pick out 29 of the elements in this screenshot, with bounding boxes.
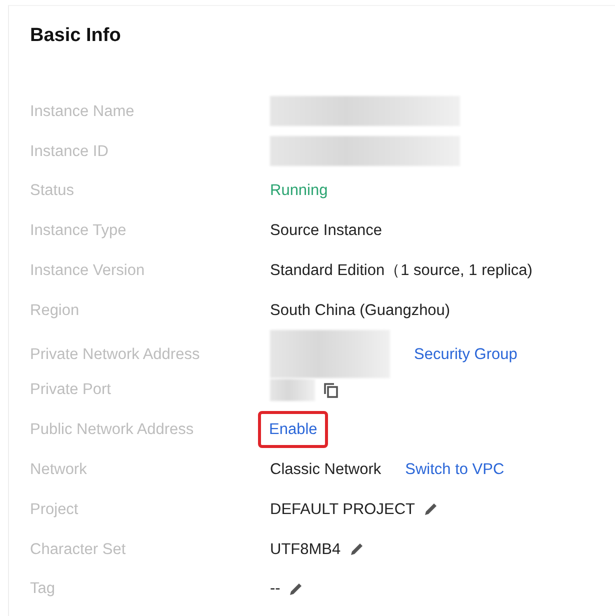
field-label: Private Port [30, 380, 112, 400]
field-value: DEFAULT PROJECT [270, 500, 415, 520]
edit-icon[interactable] [422, 501, 439, 518]
field-label: Project [30, 500, 80, 520]
status-text: Running [270, 181, 328, 202]
field-value: Classic Network [270, 460, 382, 480]
field-label: Network [30, 460, 88, 480]
field-value: UTF8MB4 [270, 540, 341, 560]
edit-icon[interactable] [348, 541, 365, 558]
field-value: South China (Guangzhou) [270, 300, 450, 321]
field-label: Tag [30, 579, 56, 600]
link[interactable]: Enable [258, 411, 328, 448]
card-title: Basic Info [30, 24, 122, 48]
field-label: Instance Name [30, 102, 136, 122]
copy-icon[interactable] [323, 382, 339, 398]
field-value: Standard Edition（1 source, 1 replica) [270, 260, 532, 281]
link[interactable]: Switch to VPC [405, 458, 504, 482]
link[interactable]: Security Group [414, 342, 518, 366]
field-label: Status [30, 181, 75, 202]
field-label: Private Network Address [30, 344, 201, 365]
field-label: Instance Type [30, 221, 128, 242]
field-value: -- [270, 579, 280, 600]
field-label: Instance ID [30, 142, 110, 162]
edit-icon[interactable] [288, 580, 304, 597]
field-label: Instance Version [30, 260, 146, 281]
field-label: Public Network Address [30, 420, 195, 440]
field-label: Character Set [30, 540, 127, 560]
field-value: Source Instance [270, 221, 382, 242]
field-label: Region [30, 300, 80, 321]
